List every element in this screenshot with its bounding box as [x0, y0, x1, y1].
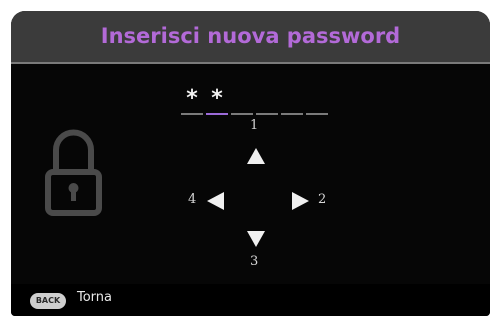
password-char: * [211, 86, 223, 111]
back-button[interactable]: BACK [30, 293, 66, 309]
dialog-footer: BACK Torna [11, 284, 490, 316]
back-action-label: Torna [77, 290, 113, 305]
arrow-right-icon[interactable] [292, 192, 309, 210]
arrow-left-icon[interactable] [207, 192, 224, 210]
password-slot [231, 85, 253, 115]
down-number-label: 3 [250, 254, 259, 269]
password-slot [256, 85, 278, 115]
dialog-title: Inserisci nuova password [100, 24, 401, 48]
left-number-label: 4 [188, 192, 197, 207]
password-dialog: Inserisci nuova password * * 1 4 2 3 BAC… [11, 11, 490, 316]
up-number-label: 1 [250, 118, 259, 133]
arrow-down-icon[interactable] [247, 231, 265, 247]
lock-icon [26, 116, 121, 221]
password-slot-active: * [206, 85, 228, 115]
right-number-label: 2 [318, 192, 327, 207]
arrow-up-icon[interactable] [247, 148, 265, 164]
password-slot [306, 85, 328, 115]
dialog-header: Inserisci nuova password [11, 11, 490, 64]
password-slot [281, 85, 303, 115]
password-char: * [186, 86, 198, 111]
password-slot: * [181, 85, 203, 115]
